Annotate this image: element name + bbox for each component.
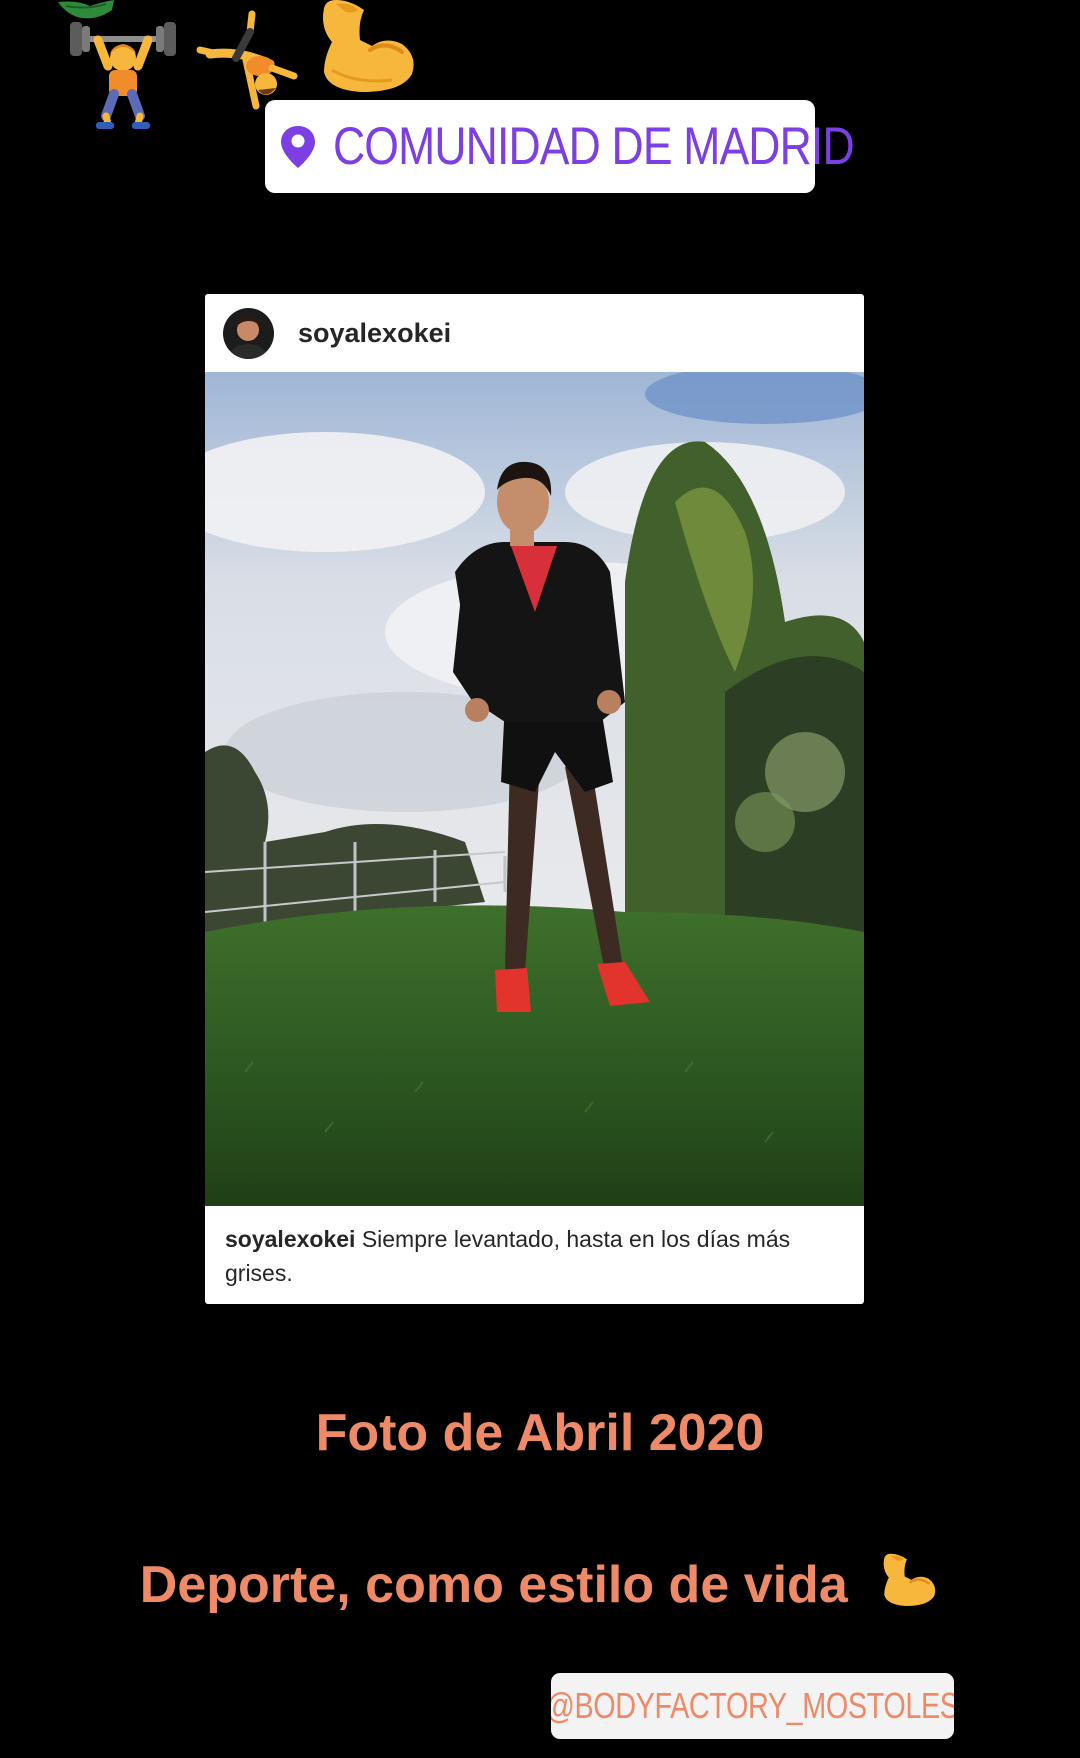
- weightlifter-emoji-icon: [70, 22, 176, 129]
- mention-label: @BODYFACTORY_MOSTOLES: [551, 1685, 954, 1726]
- tagline-text: Deporte, como estilo de vida: [139, 1556, 848, 1614]
- location-sticker[interactable]: COMUNIDAD DE MADRID: [265, 100, 855, 193]
- location-label: COMUNIDAD DE MADRID: [333, 117, 855, 176]
- flexed-biceps-emoji-icon: [323, 0, 414, 92]
- flexed-biceps-emoji-icon: [883, 1553, 936, 1607]
- caption-username[interactable]: soyalexokei: [225, 1226, 355, 1252]
- cartwheel-emoji-icon: [196, 10, 298, 110]
- post-caption: soyalexokei Siempre levantado, hasta en …: [205, 1206, 864, 1304]
- mention-sticker[interactable]: @BODYFACTORY_MOSTOLES: [551, 1673, 954, 1739]
- avatar[interactable]: [223, 307, 274, 359]
- post-header: soyalexokei: [205, 294, 864, 372]
- story-text-date: Foto de Abril 2020: [315, 1404, 765, 1462]
- post-username[interactable]: soyalexokei: [298, 318, 451, 349]
- story-text-tagline: Deporte, como estilo de vida: [0, 1550, 1080, 1615]
- shared-post-card[interactable]: soyalexokei soyalexokei Siempre levantad…: [205, 294, 864, 1304]
- map-pin-icon: [281, 125, 315, 168]
- post-photo: [205, 372, 864, 1206]
